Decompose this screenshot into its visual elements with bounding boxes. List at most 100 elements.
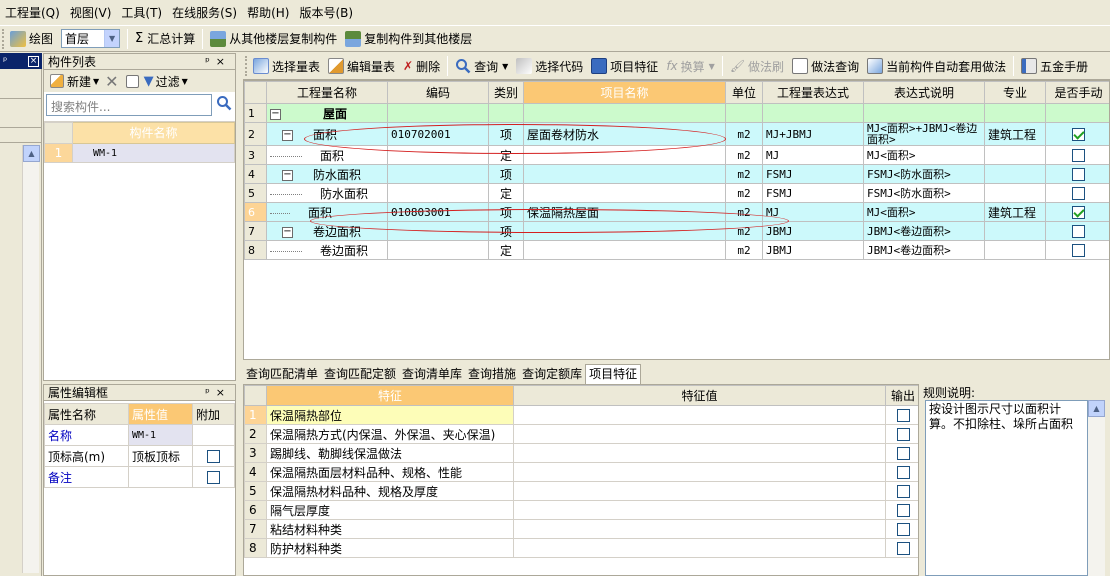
delete-icon[interactable]: ✕ bbox=[105, 72, 118, 91]
feature-row[interactable]: 7 粘结材料种类 bbox=[244, 519, 918, 539]
feature-name[interactable]: 保温隔热面层材料品种、规格、性能 bbox=[266, 462, 514, 482]
output-checkbox[interactable] bbox=[896, 466, 910, 479]
feature-value[interactable] bbox=[513, 519, 886, 539]
copy-icon[interactable] bbox=[125, 74, 139, 88]
code-cell[interactable] bbox=[387, 183, 489, 203]
close-icon[interactable]: × bbox=[216, 55, 231, 68]
feature-name[interactable]: 保温隔热方式(内保温、外保温、夹心保温) bbox=[266, 424, 514, 444]
manual-checkbox[interactable] bbox=[1072, 243, 1085, 257]
quantity-row[interactable]: 4 − 防水面积 项 m2 FSMJ FSMJ<防水面积> bbox=[244, 164, 1109, 184]
pin-icon[interactable]: ᵖ bbox=[205, 386, 216, 399]
tab-item[interactable]: 查询匹配定额 bbox=[321, 365, 399, 384]
major-cell[interactable]: 建筑工程 bbox=[984, 202, 1046, 222]
code-cell[interactable]: 010702001 bbox=[387, 122, 489, 146]
major-cell[interactable] bbox=[984, 145, 1046, 165]
feature-value[interactable] bbox=[513, 481, 886, 501]
scroll-up-icon[interactable]: ▲ bbox=[1088, 400, 1105, 417]
column-header[interactable]: 工程量名称 bbox=[266, 81, 388, 104]
feature-row[interactable]: 8 防护材料种类 bbox=[244, 538, 918, 558]
prop-row[interactable]: 备注 bbox=[44, 466, 235, 488]
quantity-name-cell[interactable]: − 防水面积 bbox=[266, 164, 388, 184]
quantity-row[interactable]: 8 卷边面积 定 m2 JBMJ JBMJ<卷边面积> bbox=[244, 240, 1109, 260]
collapse-icon[interactable]: − bbox=[282, 227, 293, 238]
code-cell[interactable]: 010803001 bbox=[387, 202, 489, 222]
expression-desc-cell[interactable]: MJ<面积>+JBMJ<卷边面积> bbox=[863, 122, 985, 146]
tab-item[interactable]: 查询措施 bbox=[465, 365, 519, 384]
new-component-button[interactable]: 新建 ▼ bbox=[48, 70, 101, 92]
quantity-row[interactable]: 1− 屋面 bbox=[244, 103, 1109, 123]
feature-row[interactable]: 1 保温隔热部位 bbox=[244, 405, 918, 425]
output-checkbox[interactable] bbox=[896, 523, 910, 536]
close-icon[interactable]: × bbox=[216, 386, 231, 399]
method-query-button[interactable]: 做法查询 bbox=[788, 55, 863, 77]
component-row[interactable]: 1 WM-1 bbox=[44, 143, 235, 163]
expression-desc-cell[interactable]: JBMJ<卷边面积> bbox=[863, 221, 985, 241]
expression-cell[interactable]: FSMJ bbox=[762, 183, 864, 203]
feature-value[interactable] bbox=[513, 462, 886, 482]
expression-desc-cell[interactable] bbox=[863, 103, 985, 123]
component-name[interactable]: WM-1 bbox=[72, 143, 235, 163]
summary-button[interactable]: Σ 汇总计算 bbox=[131, 28, 199, 50]
expression-cell[interactable] bbox=[762, 103, 864, 123]
expression-desc-cell[interactable]: MJ<面积> bbox=[863, 202, 985, 222]
manual-checkbox[interactable] bbox=[1072, 205, 1085, 219]
type-cell[interactable]: 项 bbox=[488, 164, 524, 184]
pin-icon[interactable]: ᵖ bbox=[205, 55, 216, 68]
hardware-manual-button[interactable]: 五金手册 bbox=[1017, 55, 1092, 77]
search-icon[interactable] bbox=[214, 95, 234, 115]
tab-item[interactable]: 查询匹配清单 bbox=[243, 365, 321, 384]
column-header[interactable]: 单位 bbox=[725, 81, 763, 104]
expression-desc-cell[interactable]: FSMJ<防水面积> bbox=[863, 183, 985, 203]
output-checkbox[interactable] bbox=[896, 409, 910, 422]
menu-item[interactable]: 在线服务(S) bbox=[167, 2, 242, 24]
query-button[interactable]: 查询 ▼ bbox=[451, 55, 512, 77]
nav-strip[interactable] bbox=[0, 129, 41, 143]
panel-controls[interactable]: ᵖ× bbox=[205, 55, 231, 68]
column-header[interactable]: 是否手动 bbox=[1045, 81, 1109, 104]
quantity-row[interactable]: 3 面积 定 m2 MJ MJ<面积> bbox=[244, 145, 1109, 165]
quantity-row[interactable]: 6 面积 010803001 项保温隔热屋面 m2 MJ MJ<面积> 建筑工程 bbox=[244, 202, 1109, 222]
feature-name[interactable]: 隔气层厚度 bbox=[266, 500, 514, 520]
draw-button[interactable]: 绘图 bbox=[6, 28, 57, 50]
code-cell[interactable] bbox=[387, 221, 489, 241]
feature-value[interactable] bbox=[513, 405, 886, 425]
feature-name[interactable]: 保温隔热材料品种、规格及厚度 bbox=[266, 481, 514, 501]
extra-checkbox[interactable] bbox=[207, 450, 220, 463]
quantity-name-cell[interactable]: 面积 bbox=[266, 202, 388, 222]
feature-row[interactable]: 3 踢脚线、勒脚线保温做法 bbox=[244, 443, 918, 463]
code-cell[interactable] bbox=[387, 164, 489, 184]
collapse-icon[interactable]: − bbox=[282, 170, 293, 181]
major-cell[interactable] bbox=[984, 164, 1046, 184]
copy-from-floor-button[interactable]: 从其他楼层复制构件 bbox=[206, 28, 341, 50]
type-cell[interactable]: 定 bbox=[488, 145, 524, 165]
project-name-cell[interactable] bbox=[523, 221, 726, 241]
copy-to-floor-button[interactable]: 复制构件到其他楼层 bbox=[341, 28, 476, 50]
nav-strip[interactable] bbox=[0, 71, 41, 99]
quantity-row[interactable]: 5 防水面积 定 m2 FSMJ FSMJ<防水面积> bbox=[244, 183, 1109, 203]
quantity-name-cell[interactable]: − 面积 bbox=[266, 122, 388, 146]
extra-checkbox[interactable] bbox=[207, 471, 220, 484]
unit-cell[interactable]: m2 bbox=[725, 240, 763, 260]
panel-controls[interactable]: ᵖ× bbox=[205, 386, 231, 399]
manual-checkbox[interactable] bbox=[1072, 127, 1085, 141]
unit-cell[interactable]: m2 bbox=[725, 122, 763, 146]
item-feature-button[interactable]: 项目特征 bbox=[587, 55, 662, 77]
feature-column-header[interactable] bbox=[244, 385, 267, 406]
column-header[interactable]: 项目名称 bbox=[523, 81, 726, 104]
quantity-name-cell[interactable]: − 屋面 bbox=[266, 103, 388, 123]
project-name-cell[interactable] bbox=[523, 145, 726, 165]
type-cell[interactable] bbox=[488, 103, 524, 123]
feature-name[interactable]: 保温隔热部位 bbox=[266, 405, 514, 425]
project-name-cell[interactable] bbox=[523, 103, 726, 123]
feature-value[interactable] bbox=[513, 500, 886, 520]
rule-scrollbar[interactable]: ▲ bbox=[1088, 400, 1105, 576]
feature-value[interactable] bbox=[513, 443, 886, 463]
feature-row[interactable]: 4 保温隔热面层材料品种、规格、性能 bbox=[244, 462, 918, 482]
expression-desc-cell[interactable]: MJ<面积> bbox=[863, 145, 985, 165]
menu-item[interactable]: 帮助(H) bbox=[242, 2, 294, 24]
feature-name[interactable]: 踢脚线、勒脚线保温做法 bbox=[266, 443, 514, 463]
feature-row[interactable]: 6 隔气层厚度 bbox=[244, 500, 918, 520]
feature-name[interactable]: 防护材料种类 bbox=[266, 538, 514, 558]
expression-cell[interactable]: JBMJ bbox=[762, 221, 864, 241]
code-cell[interactable] bbox=[387, 103, 489, 123]
